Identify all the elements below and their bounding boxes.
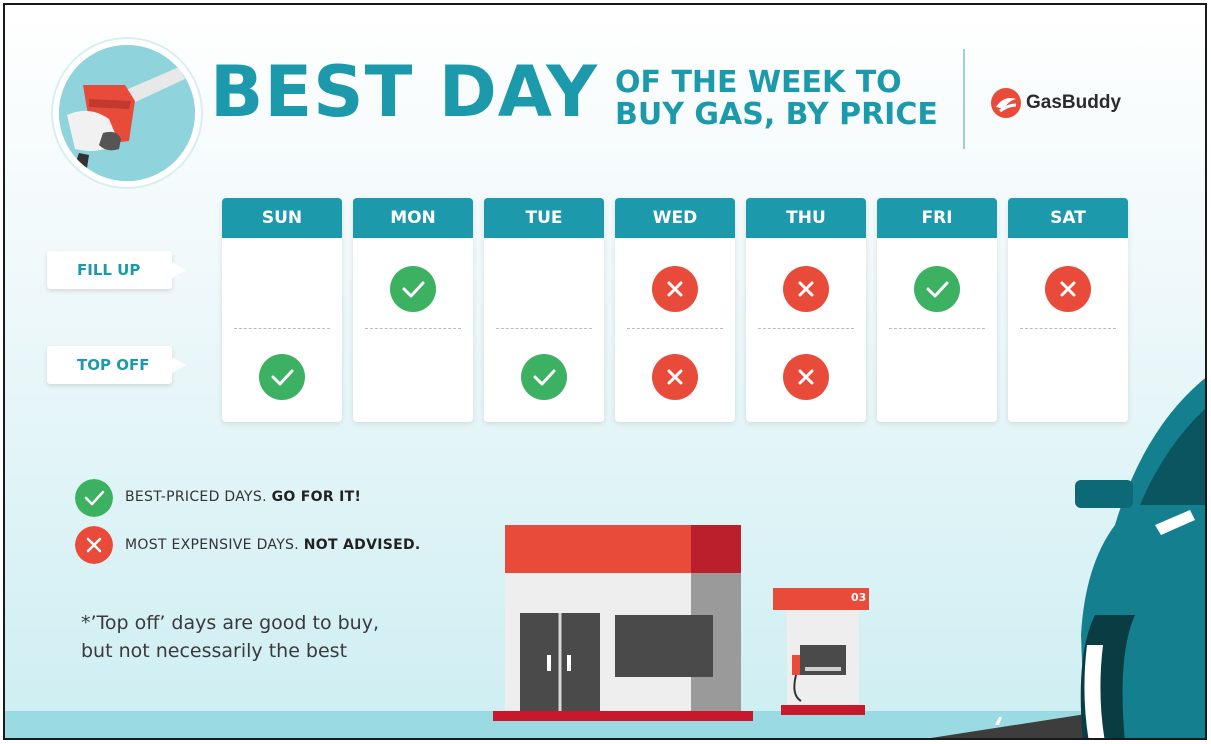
- station-building: [493, 525, 753, 721]
- pump-number: 03: [851, 591, 867, 604]
- car-illustration: [1075, 378, 1205, 738]
- road-marking: [995, 717, 1002, 725]
- infographic-frame: BEST DAY OF THE WEEK TO BUY GAS, BY PRIC…: [3, 3, 1207, 740]
- gas-station-illustration: [493, 378, 1205, 738]
- gas-pump: [773, 588, 869, 715]
